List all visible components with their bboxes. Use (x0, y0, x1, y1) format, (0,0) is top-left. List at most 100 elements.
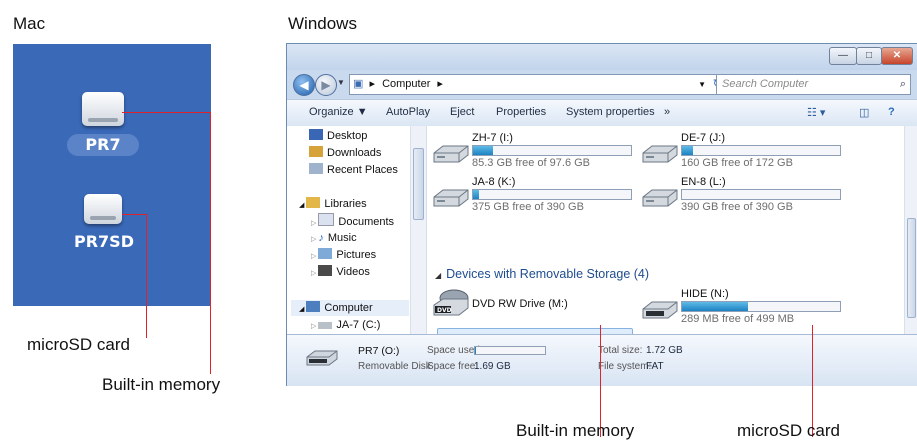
eject-button[interactable]: Eject (450, 106, 474, 118)
removable-storage-group-header[interactable]: ◢ Devices with Removable Storage (4) (435, 267, 649, 281)
breadcrumb-computer[interactable]: Computer (382, 78, 430, 90)
mac-heading: Mac (13, 14, 46, 33)
drive-name: DE-7 (J:) (681, 132, 725, 144)
nav-item-computer[interactable]: ◢ Computer (291, 300, 409, 316)
builtin-drive-icon[interactable] (82, 92, 124, 126)
search-icon[interactable]: ⌕ (900, 75, 906, 94)
nav-item-pictures[interactable]: ▷ Pictures (311, 247, 376, 263)
nav-item-libraries[interactable]: ◢ Libraries (299, 196, 367, 212)
mac-builtin-caption: Built-in memory (102, 375, 221, 394)
nav-item-ja7-c[interactable]: ▷ JA-7 (C:) (311, 317, 380, 333)
file-system-value: FAT (646, 361, 664, 372)
details-drive-name: PR7 (O:) (358, 345, 400, 357)
nav-item-desktop[interactable]: Desktop (309, 128, 367, 144)
expand-arrow-icon[interactable]: ◢ (299, 306, 304, 313)
hard-drive-icon (318, 322, 333, 329)
drive-usage-fill (682, 146, 694, 155)
content-scrollbar-thumb[interactable] (907, 218, 916, 318)
more-commands-button[interactable]: » (664, 106, 670, 118)
videos-icon (318, 265, 333, 276)
desktop-icon (309, 129, 323, 140)
address-dropdown-icon[interactable]: ▼ (698, 75, 706, 94)
maximize-button[interactable]: □ (856, 47, 882, 65)
hard-drive-icon[interactable] (432, 144, 470, 164)
removable-drive-icon (305, 349, 339, 367)
nav-scrollbar-thumb[interactable] (413, 148, 424, 220)
autoplay-button[interactable]: AutoPlay (386, 106, 430, 118)
computer-icon: ▣ (353, 78, 364, 90)
expand-arrow-icon[interactable]: ◢ (299, 202, 304, 209)
collapsed-arrow-icon[interactable]: ▷ (311, 253, 316, 260)
callout-line (122, 214, 147, 215)
mac-drive-label-pr7sd[interactable]: PR7SD (63, 232, 145, 251)
hard-drive-icon[interactable] (641, 188, 679, 208)
nav-item-documents[interactable]: ▷ Documents (311, 213, 394, 229)
nav-scrollbar[interactable] (410, 126, 426, 334)
nav-item-downloads[interactable]: Downloads (309, 145, 381, 161)
callout-line (122, 112, 211, 113)
drive-free-space: 85.3 GB free of 97.6 GB (472, 157, 591, 169)
drive-name: EN-8 (L:) (681, 176, 726, 188)
space-free-label: Space free: (427, 361, 479, 372)
title-bar[interactable]: — □ ✕ (287, 44, 917, 70)
mac-microsd-caption: microSD card (27, 335, 130, 354)
collapsed-arrow-icon[interactable]: ▷ (311, 323, 316, 330)
navigation-pane: Desktop Downloads Recent Places ◢ Librari… (287, 126, 427, 334)
documents-icon (318, 213, 335, 226)
dvd-drive-icon[interactable]: DVD (432, 289, 470, 316)
properties-button[interactable]: Properties (496, 106, 546, 118)
drive-free-space: 375 GB free of 390 GB (472, 201, 584, 213)
collapsed-arrow-icon[interactable]: ▷ (311, 236, 316, 243)
drive-usage-fill (473, 190, 480, 199)
organize-button[interactable]: Organize ▼ (309, 106, 368, 118)
nav-item-videos[interactable]: ▷ Videos (311, 264, 370, 280)
mac-desktop: PR7 PR7SD (13, 44, 211, 306)
drive-name: JA-8 (K:) (472, 176, 516, 188)
file-system-label: File system: (598, 361, 652, 372)
recent-pages-icon[interactable]: ▼ (337, 78, 345, 87)
forward-button[interactable]: ▶ (315, 74, 337, 96)
preview-pane-icon[interactable]: ◫ (859, 106, 869, 119)
drive-free-space: 390 GB free of 390 GB (681, 201, 793, 213)
total-size-label: Total size: (598, 345, 643, 356)
drive-usage-bar (472, 189, 632, 200)
details-pane: PR7 (O:) Removable Disk Space used: Spac… (287, 334, 917, 386)
hard-drive-icon[interactable] (641, 144, 679, 164)
drive-usage-fill (473, 146, 493, 155)
collapsed-arrow-icon[interactable]: ▷ (311, 270, 316, 277)
libraries-icon (306, 197, 321, 208)
computer-icon (306, 301, 321, 312)
minimize-button[interactable]: — (829, 47, 857, 65)
explorer-window: — □ ✕ ◀ ▶ ▼ ▣ ▸ Computer ▸ ▼ ↻ Search Co… (286, 43, 917, 386)
content-scrollbar[interactable] (904, 126, 917, 334)
mac-drive-label-pr7[interactable]: PR7 (67, 134, 139, 156)
back-button[interactable]: ◀ (293, 74, 315, 96)
callout-line (146, 214, 147, 338)
search-input[interactable]: Search Computer ⌕ (716, 74, 911, 95)
drive-name: HIDE (N:) (681, 288, 729, 300)
nav-item-music[interactable]: ▷ ♪ Music (311, 230, 357, 246)
space-free-value: 1.69 GB (474, 361, 511, 372)
total-size-value: 1.72 GB (646, 345, 683, 356)
content-pane: ZH-7 (I:) 85.3 GB free of 97.6 GB DE-7 (J:… (427, 126, 904, 372)
drive-usage-bar (472, 145, 632, 156)
drive-usage-bar (681, 145, 841, 156)
nav-item-recent-places[interactable]: Recent Places (309, 162, 398, 178)
space-used-fill (475, 347, 477, 354)
drive-name: ZH-7 (I:) (472, 132, 513, 144)
hard-drive-icon[interactable] (432, 188, 470, 208)
search-placeholder: Search Computer (722, 78, 809, 90)
svg-text:DVD: DVD (437, 307, 452, 314)
command-bar: Organize ▼ AutoPlay Eject Properties Sys… (287, 99, 917, 127)
drive-name: DVD RW Drive (M:) (472, 298, 568, 310)
system-properties-button[interactable]: System properties (566, 106, 655, 118)
drive-usage-bar (681, 189, 841, 200)
help-icon[interactable]: ? (888, 106, 895, 118)
address-bar[interactable]: ▣ ▸ Computer ▸ ▼ ↻ (349, 74, 727, 95)
close-button[interactable]: ✕ (881, 47, 913, 65)
removable-drive-icon[interactable] (641, 300, 679, 320)
microsd-drive-icon[interactable] (84, 194, 122, 224)
drive-usage-bar (681, 301, 841, 312)
change-view-icon[interactable]: ☷ ▾ (807, 106, 825, 119)
collapsed-arrow-icon[interactable]: ▷ (311, 220, 316, 227)
